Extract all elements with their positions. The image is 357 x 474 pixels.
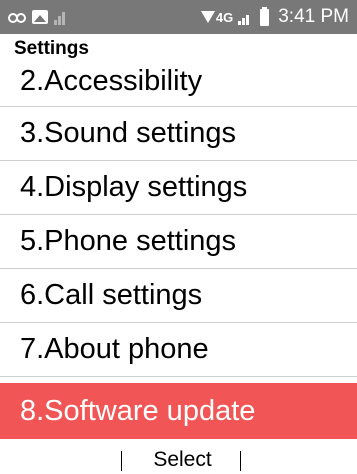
menu-item-software-update[interactable]: 8.Software update bbox=[0, 383, 357, 439]
softkey-bar: Select bbox=[0, 445, 357, 474]
status-bar: 4G 3:41 PM bbox=[0, 0, 357, 34]
image-icon bbox=[32, 10, 48, 24]
menu-item-label: 5.Phone settings bbox=[20, 225, 237, 257]
signal-icon bbox=[54, 9, 65, 25]
network-triangle-icon bbox=[200, 11, 215, 23]
menu-item-label: 6.Call settings bbox=[20, 279, 203, 311]
signal-icon bbox=[238, 9, 250, 25]
menu-item-phone-settings[interactable]: 5.Phone settings bbox=[0, 215, 357, 269]
menu-item-label: 2.Accessibility bbox=[20, 64, 203, 97]
softkey-divider bbox=[121, 451, 122, 471]
menu-item-label: 3.Sound settings bbox=[20, 117, 237, 149]
menu-item-label: 8.Software update bbox=[20, 394, 256, 427]
status-time: 3:41 PM bbox=[278, 6, 349, 27]
menu-item-call-settings[interactable]: 6.Call settings bbox=[0, 269, 357, 323]
menu-item-about-phone[interactable]: 7.About phone bbox=[0, 323, 357, 377]
menu-item-accessibility[interactable]: 2.Accessibility bbox=[0, 56, 357, 107]
status-right: 4G 3:41 PM bbox=[200, 0, 349, 34]
menu-item-label: 7.About phone bbox=[20, 333, 209, 365]
softkey-divider bbox=[240, 451, 241, 471]
menu-item-sound-settings[interactable]: 3.Sound settings bbox=[0, 107, 357, 161]
select-softkey[interactable]: Select bbox=[125, 445, 240, 474]
menu-item-label: 4.Display settings bbox=[20, 171, 248, 203]
voicemail-icon bbox=[8, 12, 26, 23]
network-icon: 4G bbox=[200, 9, 234, 25]
network-type: 4G bbox=[215, 9, 234, 25]
battery-icon bbox=[260, 6, 270, 26]
menu-item-display-settings[interactable]: 4.Display settings bbox=[0, 161, 357, 215]
status-left bbox=[8, 0, 65, 34]
